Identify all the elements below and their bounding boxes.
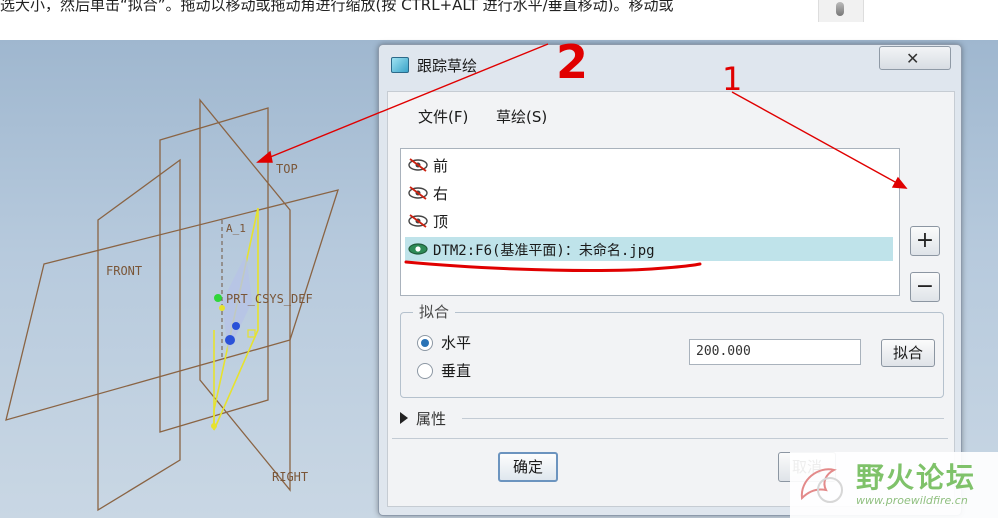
right-plane-label: RIGHT — [272, 470, 309, 484]
list-item-right[interactable]: 右 — [405, 181, 893, 205]
ok-button[interactable]: 确定 — [498, 452, 558, 482]
hidden-eye-icon[interactable] — [407, 186, 429, 200]
document-text: 选大小，然后单击“拟合”。拖动以移动或拖动角进行缩放(按 CTRL+ALT 进行… — [0, 0, 674, 14]
dialog-titlebar[interactable]: 跟踪草绘 ✕ — [379, 45, 961, 81]
horizontal-radio[interactable] — [417, 335, 433, 351]
list-item-top[interactable]: 顶 — [405, 209, 893, 233]
csys-label: PRT_CSYS_DEF — [226, 292, 313, 306]
divider — [462, 418, 944, 419]
list-item-label: 前 — [433, 157, 449, 175]
hidden-eye-icon[interactable] — [407, 158, 429, 172]
dialog-app-icon — [391, 57, 409, 73]
vertical-radio[interactable] — [417, 363, 433, 379]
fit-group: 拟合 水平 垂直 200.000 拟合 — [400, 301, 944, 398]
expand-triangle-icon — [400, 412, 408, 424]
list-item-dtm2-image[interactable]: DTM2:F6(基准平面)：未命名.jpg — [405, 237, 893, 261]
front-plane-label: FRONT — [106, 264, 143, 278]
trace-sketch-dialog: 跟踪草绘 ✕ 文件(F) 草绘(S) 前 右 顶 DTM2:F6(基准平面)：未… — [378, 44, 962, 516]
csys-origin — [214, 294, 222, 302]
divider — [392, 438, 948, 439]
fit-button[interactable]: 拟合 — [881, 339, 935, 367]
forum-logo-icon — [800, 468, 843, 503]
fit-group-legend: 拟合 — [413, 301, 456, 322]
list-item-label: 顶 — [433, 213, 449, 231]
close-icon: ✕ — [906, 49, 920, 68]
remove-button[interactable]: − — [910, 272, 940, 302]
lightbulb-icon — [836, 2, 844, 16]
watermark-title: 野火论坛 — [856, 461, 977, 494]
visible-eye-icon[interactable] — [407, 242, 429, 256]
minus-icon: − — [915, 274, 935, 299]
forum-watermark: 野火论坛 www.proewildfire.cn — [790, 452, 998, 518]
list-item-front[interactable]: 前 — [405, 153, 893, 177]
document-thumbnail — [818, 0, 864, 22]
add-button[interactable]: + — [910, 226, 940, 256]
menu-sketch[interactable]: 草绘(S) — [496, 106, 547, 127]
document-strip: 选大小，然后单击“拟合”。拖动以移动或拖动角进行缩放(按 CTRL+ALT 进行… — [0, 0, 998, 40]
fit-value-input[interactable]: 200.000 — [689, 339, 861, 365]
properties-expander[interactable]: 属性 — [398, 406, 946, 430]
list-item-label: 右 — [433, 185, 449, 203]
layer-list[interactable]: 前 右 顶 DTM2:F6(基准平面)：未命名.jpg — [400, 148, 900, 296]
close-button[interactable]: ✕ — [879, 46, 951, 70]
plus-icon: + — [915, 228, 935, 253]
vertical-radio-label: 垂直 — [441, 362, 472, 380]
dialog-client: 文件(F) 草绘(S) 前 右 顶 DTM2:F6(基准平面)：未命名.jpg … — [387, 91, 955, 507]
top-plane-label: TOP — [276, 162, 298, 176]
axis-label: A_1 — [226, 222, 246, 235]
menu-bar: 文件(F) 草绘(S) — [388, 92, 954, 136]
properties-label: 属性 — [416, 410, 447, 428]
menu-file[interactable]: 文件(F) — [418, 106, 468, 127]
hidden-eye-icon[interactable] — [407, 214, 429, 228]
watermark-url: www.proewildfire.cn — [856, 494, 968, 507]
dialog-title: 跟踪草绘 — [417, 57, 478, 75]
horizontal-radio-label: 水平 — [441, 334, 472, 352]
list-item-label: DTM2:F6(基准平面)：未命名.jpg — [433, 243, 655, 259]
